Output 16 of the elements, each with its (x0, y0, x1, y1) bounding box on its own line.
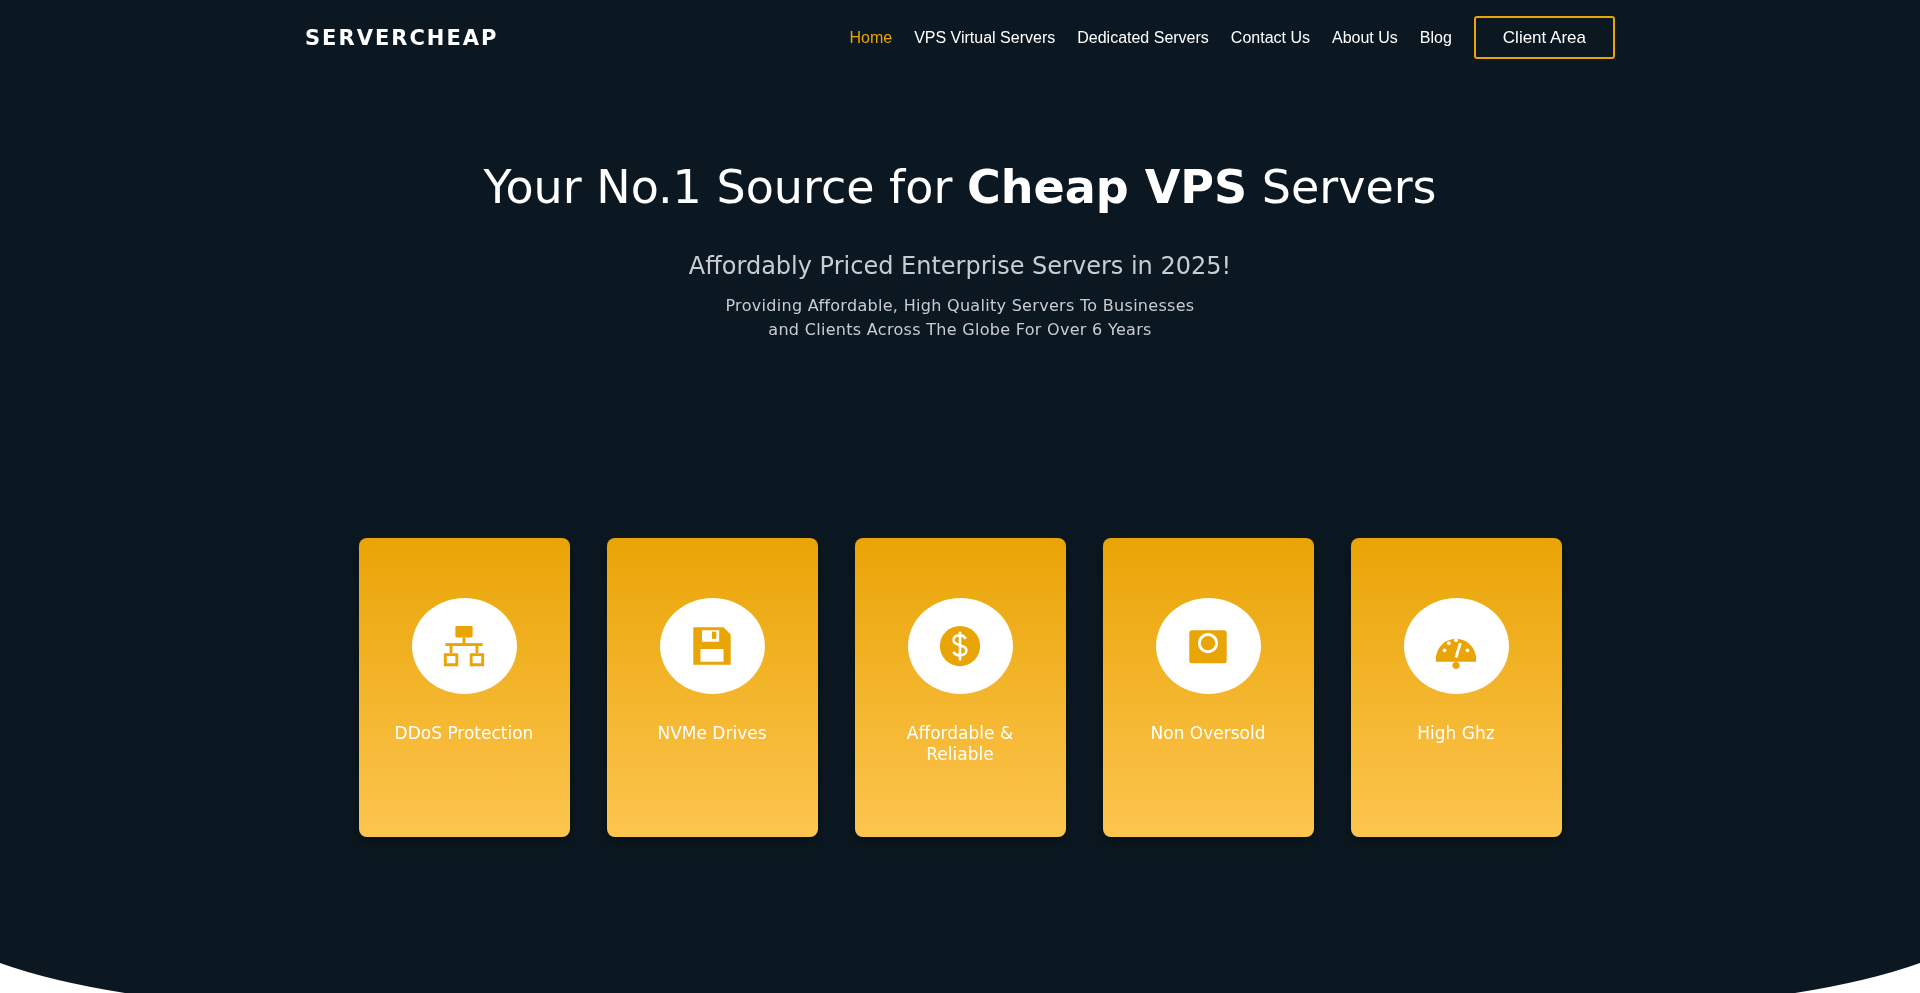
subtitle: Affordably Priced Enterprise Servers in 2025! (688, 252, 1232, 280)
nav-link[interactable]: Contact Us (1230, 28, 1310, 47)
feature-label: Affordable & Reliable (905, 723, 1015, 765)
feature-label: Non Oversold (1149, 723, 1267, 744)
client-area-button[interactable]: Client Area (1473, 16, 1615, 59)
nav-link[interactable]: Dedicated Servers (1077, 28, 1209, 47)
logo-link[interactable]: SERVERCHEAP (305, 25, 499, 50)
nav-link[interactable]: About Us (1332, 28, 1398, 47)
feature-label: NVMe Drives (656, 723, 768, 744)
headline: Your No.1 Source for Cheap VPS Servers (483, 160, 1437, 214)
nav-link[interactable]: VPS Virtual Servers (914, 28, 1056, 47)
feature-label: DDoS Protection (394, 723, 534, 744)
feature-label: High Ghz (1416, 723, 1496, 744)
nav-link[interactable]: Blog (1419, 28, 1452, 47)
nav-link[interactable]: Home (849, 28, 893, 47)
description: Providing Affordable, High Quality Servers To Businesses and Clients Across The Globe For Over 6 Years (724, 295, 1196, 341)
